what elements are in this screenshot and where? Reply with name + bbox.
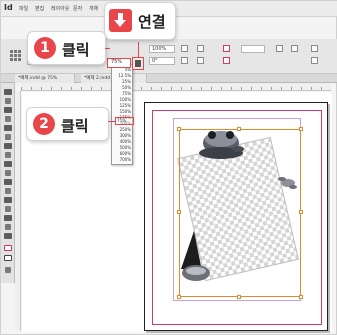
screen-mode-icon[interactable] [5,267,11,273]
zoom-option[interactable]: 150% [113,109,133,114]
connect-label: 연결 [138,13,166,31]
opacity-icon[interactable] [291,45,298,52]
shear-icon[interactable] [181,57,188,64]
down-arrow-icon [109,9,132,32]
step-1-pointer-line [105,48,110,49]
scale-x-field[interactable]: 100% [149,45,175,53]
stroke-swatch-icon[interactable] [4,255,12,261]
step-2-callout: 2 클릭 [27,108,108,140]
vertical-ruler [15,91,21,331]
zoom-option[interactable]: 12.5% [113,73,133,78]
tab-document-1[interactable]: *예제.indd @ 75% [15,74,75,83]
rotate-icon[interactable] [181,45,188,52]
zoom-option[interactable]: 100% [113,97,133,102]
tools-panel [1,83,15,283]
eyedropper-tool-icon[interactable] [4,215,12,221]
free-transform-tool-icon[interactable] [5,188,11,194]
scissors-tool-icon[interactable] [4,179,12,185]
zoom-option[interactable]: 600% [113,151,133,156]
page-tool-icon[interactable] [4,107,12,113]
fill-icon[interactable] [223,45,230,52]
frame-handle[interactable] [177,295,181,299]
frame-handle[interactable] [237,295,241,299]
zoom-option[interactable]: 500% [113,145,133,150]
zoom-option[interactable]: 75% [113,91,133,96]
zoom-option[interactable]: 250% [113,127,133,132]
reference-point-icon[interactable] [9,49,21,61]
flip-vertical-icon[interactable] [197,57,204,64]
menu-edit[interactable]: 편집 [35,5,44,12]
zoom-dropdown-list[interactable]: 5% 12.5% 25% 50% 75% 100% 125% 150% 175%… [111,64,133,165]
zoom-option[interactable]: 50% [113,85,133,90]
menu-layout[interactable]: 레이아웃 [51,5,69,12]
selected-zoom-label[interactable]: 75% [117,118,126,123]
link-icon [135,60,141,67]
document-tabs: *예제.indd @ 75% *예제 2.indd @ 100% [1,74,337,83]
zoom-option[interactable]: 25% [113,79,133,84]
app-logo: Id [4,3,13,12]
stroke-icon[interactable] [223,57,230,64]
step-2-pointer-line [108,121,115,122]
pencil-tool-icon[interactable] [5,152,11,158]
direct-selection-tool-icon[interactable] [5,98,11,104]
frame-handle[interactable] [299,127,303,131]
stroke-weight-field[interactable] [241,45,265,53]
menu-type[interactable]: 문자 [73,5,82,12]
fit-frame-icon[interactable] [311,57,318,64]
connect-pointer-line [138,42,139,57]
indesign-window: Id 파일 편집 레이아웃 문자 개체 X: Y: W: H: 100% 0° … [0,0,337,335]
zoom-option[interactable]: 700% [113,157,133,162]
frame-handle[interactable] [177,210,181,214]
flip-horizontal-icon[interactable] [197,45,204,52]
rotate-field[interactable]: 0° [149,57,175,65]
graphic-frame[interactable] [177,127,303,299]
step-1-number: 1 [34,37,56,59]
menu-file[interactable]: 파일 [19,5,28,12]
note-tool-icon[interactable] [5,206,11,212]
rectangle-frame-tool-icon[interactable] [4,161,12,167]
gap-tool-icon[interactable] [5,116,11,122]
frame-handle[interactable] [237,127,241,131]
gradient-tool-icon[interactable] [4,197,12,203]
fitting-icon[interactable] [311,45,318,52]
step-2-label: 클릭 [61,117,89,135]
zoom-option[interactable]: 125% [113,103,133,108]
link-dropdown-button[interactable] [132,57,144,70]
step-1-label: 클릭 [62,41,90,59]
effects-icon[interactable] [276,45,283,52]
hand-tool-icon[interactable] [5,224,11,230]
zoom-level-field[interactable]: 75% [107,58,131,68]
frame-handle[interactable] [177,127,181,131]
step-1-callout: 1 클릭 [28,32,105,64]
horizontal-ruler [21,83,331,91]
connect-callout: 연결 [105,3,175,39]
menu-object[interactable]: 개체 [89,5,98,12]
frame-handle[interactable] [299,210,303,214]
line-tool-icon[interactable] [5,134,11,140]
rectangle-tool-icon[interactable] [5,170,11,176]
zoom-option[interactable]: 400% [113,139,133,144]
zoom-tool-icon[interactable] [4,233,12,239]
fill-swatch-icon[interactable] [4,245,12,251]
type-tool-icon[interactable] [4,125,12,131]
step-2-number: 2 [33,113,55,135]
selection-tool-icon[interactable] [4,89,12,95]
frame-handle[interactable] [299,295,303,299]
zoom-option[interactable]: 300% [113,133,133,138]
pen-tool-icon[interactable] [4,143,12,149]
